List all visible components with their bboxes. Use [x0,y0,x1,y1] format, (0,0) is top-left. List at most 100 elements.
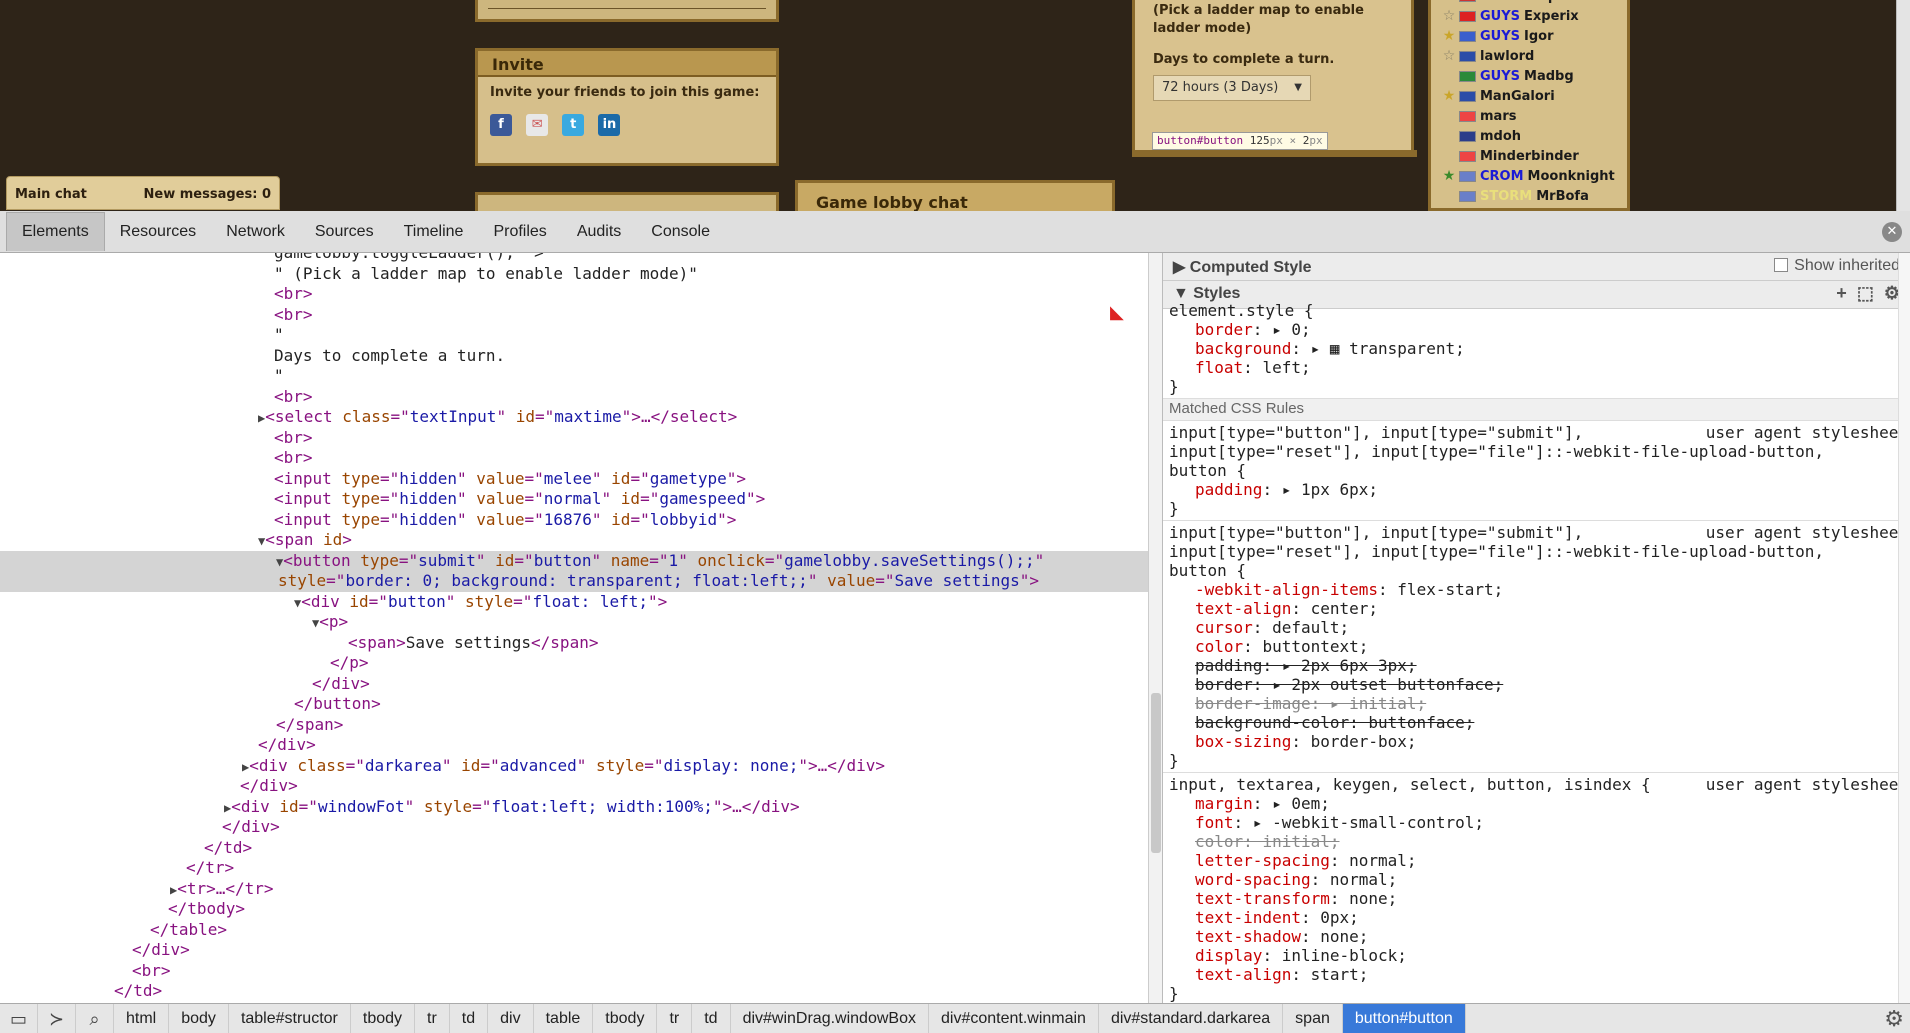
rule-source[interactable]: user agent stylesheet [1699,423,1908,442]
dom-node-line[interactable]: </table> [0,920,1148,941]
twitter-icon[interactable]: t [562,114,585,136]
tab-elements[interactable]: Elements [6,212,105,251]
breadcrumb-item[interactable]: tbody [351,1003,416,1033]
player-row[interactable]: STORM MrBofa [1431,186,1627,206]
dom-node-line[interactable]: </div> [0,776,1148,797]
close-icon[interactable]: ✕ [1882,222,1902,242]
css-property[interactable]: padding: ▸ 2px 6px 3px; [1169,656,1904,675]
tab-resources[interactable]: Resources [105,213,211,251]
player-row[interactable]: ☆ GUYS Experix [1431,6,1627,26]
game-lobby-chat-header[interactable]: Game lobby chat [795,180,1115,211]
css-property[interactable]: border-image: ▸ initial; [1169,694,1904,713]
breadcrumb-item[interactable]: tr [657,1003,693,1033]
dom-node-line[interactable]: ▶<div class="darkarea" id="advanced" sty… [0,756,1148,777]
breadcrumb-item[interactable]: td [450,1003,489,1033]
page-scrollbar[interactable] [1896,0,1910,211]
dom-node-line[interactable]: </tbody> [0,899,1148,920]
dom-node-line[interactable]: ▼<p> [0,612,1148,633]
dom-node-line[interactable]: </div> [0,735,1148,756]
dom-node-line[interactable]: </p> [0,653,1148,674]
breadcrumb-item[interactable]: div#winDrag.windowBox [731,1003,929,1033]
player-row[interactable]: Minderbinder [1431,146,1627,166]
sidebar-scrollbar[interactable] [1898,253,1910,1003]
dom-node-line[interactable]: ▼<span id> [0,530,1148,551]
dom-node-line[interactable]: </div> [0,940,1148,961]
maxtime-select[interactable]: 72 hours (3 Days) ▼ [1153,75,1311,101]
breadcrumb-item[interactable]: table#structor [229,1003,351,1033]
css-property[interactable]: background-color: buttonface; [1169,713,1904,732]
dom-node-line[interactable]: </button> [0,694,1148,715]
breadcrumb-item[interactable]: button#button [1342,1003,1466,1033]
css-property[interactable]: border: ▸ 2px outset buttonface; [1169,675,1904,694]
dom-node-line[interactable]: <br> [0,448,1148,469]
dom-node-line[interactable]: </tr> [0,858,1148,879]
breadcrumb-item[interactable]: table [534,1003,594,1033]
css-property[interactable]: letter-spacing: normal; [1169,851,1904,870]
css-property[interactable]: color: initial; [1169,832,1904,851]
player-row[interactable]: ★ CROM Moonknight [1431,166,1627,186]
css-rule[interactable]: input[type="button"], input[type="submit… [1163,521,1910,773]
css-property[interactable]: text-align: start; [1169,965,1904,984]
player-row[interactable]: ★ ManGalori [1431,86,1627,106]
elements-tree[interactable]: gamelobby.toggleLadder(); ">" (Pick a la… [0,253,1148,1003]
css-property[interactable]: cursor: default; [1169,618,1904,637]
tab-sources[interactable]: Sources [300,213,389,251]
css-property[interactable]: padding: ▸ 1px 6px; [1169,480,1904,499]
dom-node-line[interactable]: gamelobby.toggleLadder(); "> [0,253,1148,264]
computed-style-section[interactable]: ▶ Computed Style Show inherited [1163,253,1910,281]
css-property[interactable]: color: buttontext; [1169,637,1904,656]
css-property[interactable]: text-shadow: none; [1169,927,1904,946]
dom-node-line[interactable]: ▶<tr>…</tr> [0,879,1148,900]
facebook-icon[interactable]: f [490,114,512,136]
css-property[interactable]: font: ▸ -webkit-small-control; [1169,813,1904,832]
dom-node-line[interactable]: <input type="hidden" value="16876" id="l… [0,510,1148,531]
breadcrumb-item[interactable]: tr [415,1003,450,1033]
css-property[interactable]: display: inline-block; [1169,946,1904,965]
breadcrumb-item[interactable]: td [692,1003,731,1033]
breadcrumb-item[interactable]: div#content.winmain [929,1003,1099,1033]
dom-node-line[interactable]: <br> [0,284,1148,305]
breadcrumb-item[interactable]: body [169,1003,229,1033]
dom-node-line[interactable]: <span>Save settings</span> [0,633,1148,654]
css-property[interactable]: float: left; [1169,358,1904,377]
selected-dom-node[interactable]: style="border: 0; background: transparen… [0,571,1148,592]
dom-node-line[interactable]: " [0,325,1148,346]
show-inherited-checkbox[interactable]: Show inherited [1774,257,1900,275]
search-icon[interactable]: ⌕ [76,1003,114,1033]
dom-node-line[interactable]: </span> [0,715,1148,736]
breadcrumb-item[interactable]: span [1283,1003,1343,1033]
linkedin-icon[interactable]: in [598,114,621,136]
tab-profiles[interactable]: Profiles [478,213,561,251]
css-property[interactable]: word-spacing: normal; [1169,870,1904,889]
elements-scrollbar[interactable] [1148,253,1162,1003]
email-icon[interactable]: ✉ [526,114,549,136]
tab-audits[interactable]: Audits [562,213,636,251]
dom-node-line[interactable]: " [0,366,1148,387]
breadcrumb-item[interactable]: html [114,1003,170,1033]
breadcrumb-item[interactable]: tbody [593,1003,658,1033]
css-rule[interactable]: input, textarea, keygen, select, button,… [1163,773,1910,1003]
console-drawer-icon[interactable]: ≻ [38,1003,76,1033]
dom-node-line[interactable]: <br> [0,961,1148,982]
player-row[interactable]: GUYS Madbg [1431,66,1627,86]
css-property[interactable]: text-align: center; [1169,599,1904,618]
css-property[interactable]: margin: ▸ 0em; [1169,794,1904,813]
rule-source[interactable]: user agent stylesheet [1699,523,1908,542]
dom-node-line[interactable]: ▶<select class="textInput" id="maxtime">… [0,407,1148,428]
css-property[interactable]: box-sizing: border-box; [1169,732,1904,751]
css-property[interactable]: text-indent: 0px; [1169,908,1904,927]
player-row[interactable]: ★ GUYS Igor [1431,26,1627,46]
css-property[interactable]: background: ▸ ▦ transparent; [1169,339,1904,358]
dom-node-line[interactable]: <input type="hidden" value="melee" id="g… [0,469,1148,490]
main-chat-tab[interactable]: Main chat New messages: 0 [6,176,280,210]
dom-node-line[interactable]: ▼<div id="button" style="float: left;"> [0,592,1148,613]
selected-dom-node[interactable]: ▼<button type="submit" id="button" name=… [0,550,1148,571]
rule-source[interactable]: user agent stylesheet [1699,775,1908,794]
dom-node-line[interactable]: " (Pick a ladder map to enable ladder mo… [0,264,1148,285]
dom-node-line[interactable]: </div> [0,817,1148,838]
player-row[interactable]: mars [1431,106,1627,126]
player-row[interactable]: mdoh [1431,126,1627,146]
dom-node-line[interactable]: <br> [0,305,1148,326]
breadcrumb-item[interactable]: div [488,1003,534,1033]
dom-node-line[interactable]: </div> [0,674,1148,695]
